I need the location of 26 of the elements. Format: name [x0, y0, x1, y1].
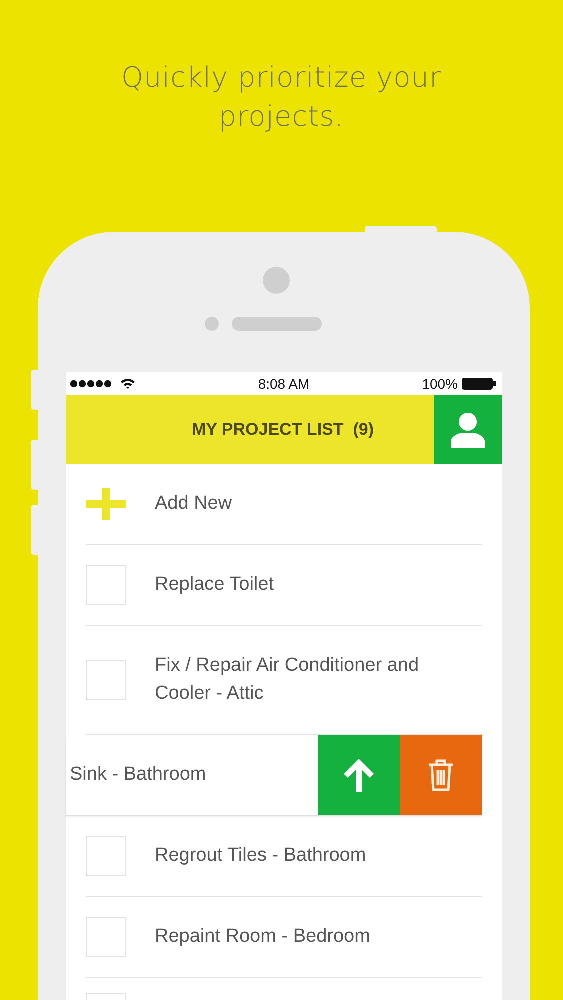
battery-percent: 100% — [422, 376, 458, 392]
move-up-button[interactable] — [318, 735, 400, 815]
task-label: Repaint Room - Bedroom — [155, 925, 370, 949]
camera-icon — [263, 267, 290, 294]
sensor-icon — [205, 317, 219, 331]
task-label: Regrout Tiles - Bathroom — [155, 844, 366, 868]
arrow-up-icon — [342, 757, 376, 793]
checkbox[interactable] — [86, 836, 126, 876]
add-new-row[interactable]: Add New — [86, 464, 482, 545]
person-icon — [449, 412, 487, 448]
task-label: Replace Toilet — [155, 573, 274, 597]
trash-icon — [427, 758, 455, 792]
task-label: Fix / Repair Air Conditioner and Cooler - Attic — [155, 654, 420, 706]
profile-button[interactable] — [434, 395, 502, 464]
header-title: MY PROJECT LIST (9) — [192, 420, 374, 440]
checkbox[interactable] — [86, 660, 126, 700]
delete-button[interactable] — [400, 735, 482, 815]
battery-icon — [462, 378, 496, 390]
plus-icon — [86, 488, 126, 520]
swiped-task-row[interactable]: Sink - Bathroom — [66, 735, 482, 816]
headline: Quickly prioritize your projects. — [120, 60, 442, 135]
wifi-icon — [120, 378, 136, 390]
checkbox[interactable] — [86, 917, 126, 957]
status-time: 8:08 AM — [258, 376, 310, 392]
speaker-icon — [232, 317, 322, 331]
checkbox[interactable] — [86, 565, 126, 605]
